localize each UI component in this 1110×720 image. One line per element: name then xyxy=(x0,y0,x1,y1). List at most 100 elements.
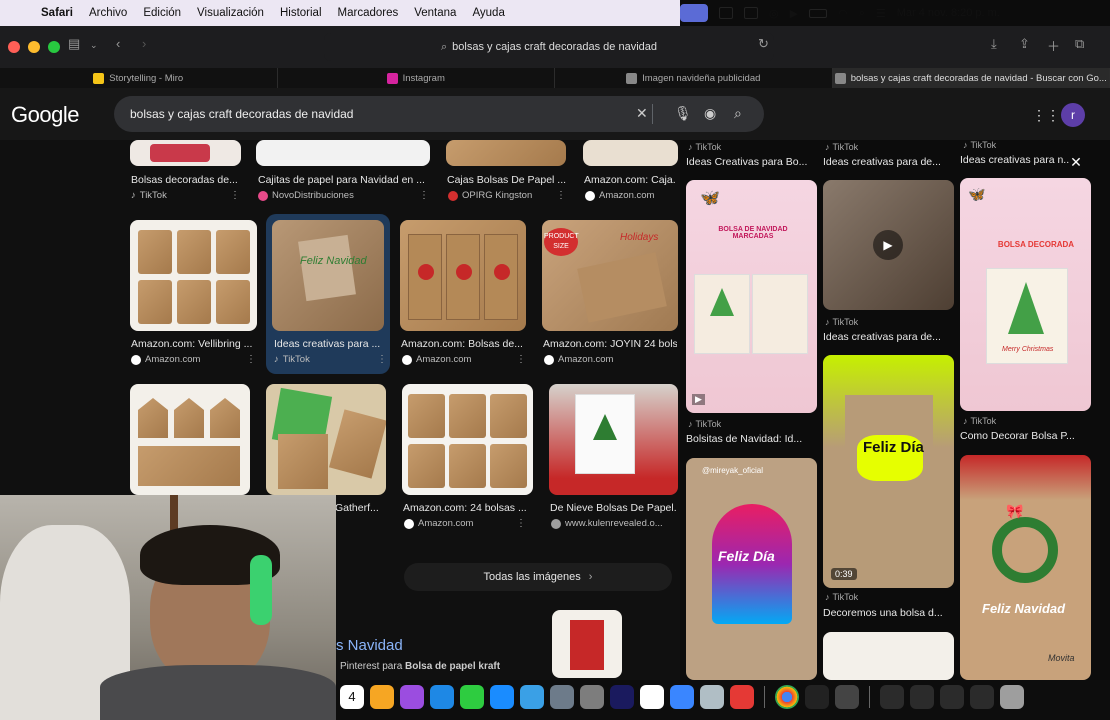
result-title[interactable]: Ideas creativas para ... xyxy=(274,338,384,350)
result-title[interactable]: Amazon.com: Bolsas de... xyxy=(401,338,525,350)
trash-icon[interactable] xyxy=(1000,685,1024,709)
minimized-window-thumb[interactable] xyxy=(910,685,934,709)
numbers-app-icon[interactable] xyxy=(460,685,484,709)
result-source[interactable]: ♪ TikTok xyxy=(825,142,858,152)
result-thumb[interactable]: @mireyak_oficial Feliz Día xyxy=(686,458,817,680)
microphone-icon[interactable]: 🎙 xyxy=(674,105,692,122)
menu-marcadores[interactable]: Marcadores xyxy=(338,7,399,19)
premiere-pro-icon[interactable] xyxy=(610,685,634,709)
forward-icon[interactable]: › xyxy=(142,36,146,51)
result-thumb[interactable] xyxy=(130,384,250,495)
result-title[interactable]: Como Decorar Bolsa P... xyxy=(960,430,1076,442)
share-icon[interactable]: ⇪ xyxy=(1019,36,1030,52)
result-thumb[interactable]: PRODUCT SIZE Holidays xyxy=(542,220,678,331)
result-thumb[interactable] xyxy=(552,610,622,678)
sidebar-icon[interactable]: ▤ xyxy=(68,36,80,52)
zoom-window-button[interactable] xyxy=(48,41,60,53)
more-icon[interactable]: ⋮ xyxy=(516,354,526,365)
result-source[interactable]: Amazon.com xyxy=(402,354,471,365)
search-input[interactable]: bolsas y cajas craft decoradas de navida… xyxy=(130,107,353,121)
result-title[interactable]: Ideas creativas para n... xyxy=(960,154,1070,166)
result-source[interactable]: OPIRG Kingston xyxy=(448,190,532,201)
app-icon[interactable] xyxy=(520,685,544,709)
result-title[interactable]: Ideas creativas para de... xyxy=(823,156,949,168)
preview-app-icon[interactable] xyxy=(550,685,574,709)
result-title[interactable]: Bolsitas de Navidad: Id... xyxy=(686,433,814,445)
result-thumb[interactable] xyxy=(130,220,257,331)
result-source[interactable]: ♪ TikTok xyxy=(131,190,167,201)
result-title[interactable]: Cajitas de papel para Navidad en ... xyxy=(258,174,430,186)
search-icon[interactable]: ⌕ xyxy=(734,105,742,122)
new-tab-icon[interactable]: ＋ xyxy=(1047,36,1060,55)
more-icon[interactable]: ⋮ xyxy=(246,354,256,365)
todas-las-imagenes-button[interactable]: Todas las imágenes › xyxy=(404,563,672,591)
result-title[interactable]: Amazon.com: 24 bolsas ... xyxy=(403,502,527,514)
more-icon[interactable]: ⋮ xyxy=(516,518,526,529)
download-icon[interactable]: ⤓ xyxy=(991,36,997,52)
result-thumb[interactable]: ▶ xyxy=(823,180,954,310)
result-thumb[interactable] xyxy=(549,384,678,495)
close-panel-icon[interactable]: ✕ xyxy=(1066,152,1086,172)
result-source[interactable]: ♪ TikTok xyxy=(825,317,858,327)
result-source[interactable]: ♪ TikTok xyxy=(688,419,721,429)
result-thumb[interactable] xyxy=(402,384,533,495)
result-source[interactable]: Amazon.com xyxy=(131,354,200,365)
close-window-button[interactable] xyxy=(8,41,20,53)
menu-historial[interactable]: Historial xyxy=(280,7,322,19)
play-icon[interactable]: ▶ xyxy=(790,7,798,20)
result-thumb[interactable] xyxy=(583,140,678,166)
app-icon[interactable] xyxy=(835,685,859,709)
result-title[interactable]: Cajas Bolsas De Papel ... xyxy=(447,174,567,186)
app-icon[interactable] xyxy=(700,685,724,709)
menu-ayuda[interactable]: Ayuda xyxy=(472,7,504,19)
result-thumb[interactable] xyxy=(130,140,241,166)
result-title[interactable]: Amazon.com: JOYIN 24 bols... xyxy=(543,338,677,350)
tab-miro[interactable]: Storytelling - Miro xyxy=(0,68,278,88)
result-source[interactable]: ♪ TikTok xyxy=(963,140,996,150)
menubar-clock[interactable]: Mar 4 nov. 8:20 p. m. xyxy=(897,7,1000,19)
google-search-box[interactable]: bolsas y cajas craft decoradas de navida… xyxy=(114,96,764,132)
tab-instagram[interactable]: Instagram xyxy=(278,68,555,88)
result-thumb[interactable] xyxy=(256,140,430,166)
result-thumb[interactable]: 🦋 BOLSA DECORADA Merry Christmas xyxy=(960,178,1091,411)
chrome-app-icon[interactable] xyxy=(775,685,799,709)
play-icon[interactable]: ▶ xyxy=(873,230,903,260)
result-source[interactable]: ♪ TikTok xyxy=(825,592,858,602)
result-title[interactable]: Amazon.com: Vellibring ... xyxy=(131,338,255,350)
tab-overview-icon[interactable]: ⧉ xyxy=(1075,36,1084,52)
more-icon[interactable]: ⋮ xyxy=(419,190,429,201)
result-thumb[interactable] xyxy=(266,384,386,495)
result-thumb[interactable] xyxy=(446,140,566,166)
pdf-icon[interactable] xyxy=(719,7,733,19)
section-title[interactable]: s Navidad xyxy=(336,637,403,654)
podcasts-app-icon[interactable] xyxy=(400,685,424,709)
menu-ventana[interactable]: Ventana xyxy=(414,7,456,19)
menu-archivo[interactable]: Archivo xyxy=(89,7,127,19)
app-icon[interactable] xyxy=(670,685,694,709)
result-source[interactable]: Amazon.com xyxy=(404,518,473,529)
app-store-icon[interactable] xyxy=(490,685,514,709)
result-source[interactable]: ♪ TikTok xyxy=(963,416,996,426)
result-title[interactable]: Ideas Creativas para Bo... xyxy=(686,156,814,168)
result-thumb[interactable] xyxy=(823,632,954,680)
minimized-window-thumb[interactable] xyxy=(880,685,904,709)
notion-app-icon[interactable] xyxy=(640,685,664,709)
menu-app-safari[interactable]: Safari xyxy=(41,7,73,19)
tab-imagen-navidena[interactable]: Imagen navideña publicidad xyxy=(555,68,833,88)
lens-icon[interactable]: ◉ xyxy=(704,105,716,122)
minimize-window-button[interactable] xyxy=(28,41,40,53)
capcut-app-icon[interactable] xyxy=(805,685,829,709)
result-title[interactable]: Bolsas decoradas de... xyxy=(131,174,241,186)
airdrop-icon[interactable]: ◎ xyxy=(769,7,779,20)
result-source[interactable]: ♪ TikTok xyxy=(274,354,310,365)
result-source[interactable]: Amazon.com xyxy=(585,190,654,201)
result-title[interactable]: Amazon.com: Caja... xyxy=(584,174,676,186)
google-logo[interactable]: Google xyxy=(11,102,79,128)
screen-record-icon[interactable] xyxy=(680,4,708,22)
result-thumb[interactable]: Feliz Navidad xyxy=(272,220,384,331)
minimized-window-thumb[interactable] xyxy=(970,685,994,709)
battery-icon[interactable] xyxy=(809,8,828,18)
keynote-app-icon[interactable] xyxy=(430,685,454,709)
result-thumb[interactable]: Feliz Día 0:39 xyxy=(823,355,954,588)
result-source[interactable]: ♪ TikTok xyxy=(688,142,721,152)
